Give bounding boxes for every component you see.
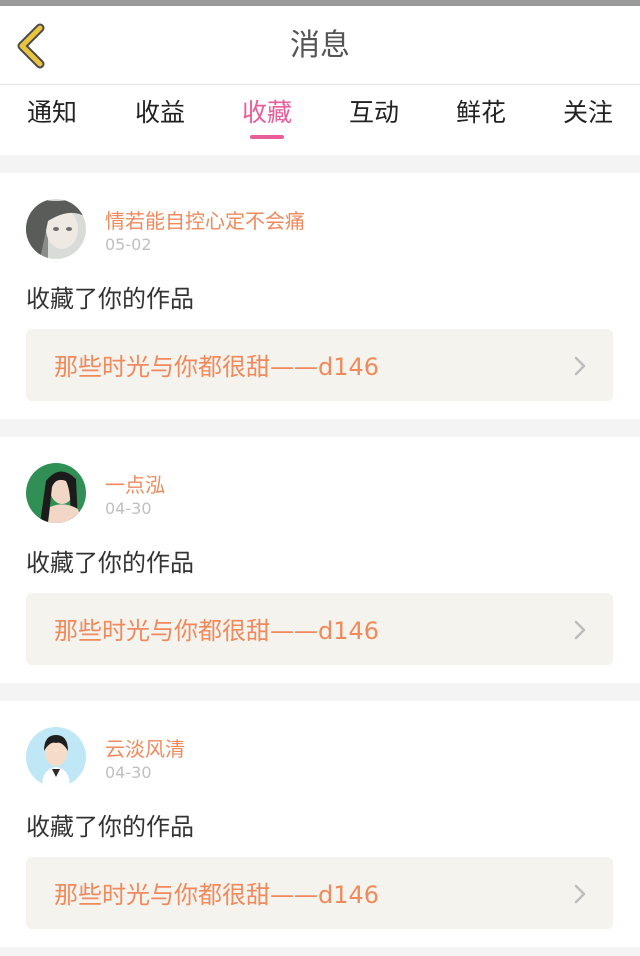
work-link[interactable]: 那些时光与你都很甜——d146: [26, 329, 613, 401]
tab-label: 鲜花: [455, 98, 506, 127]
tab-label: 通知: [26, 98, 77, 127]
tab-label: 互动: [348, 98, 399, 127]
avatar[interactable]: [26, 463, 86, 523]
action-text: 收藏了你的作品: [26, 285, 194, 313]
message-date: 05-02: [105, 235, 152, 254]
tab-label: 收益: [134, 98, 185, 127]
tab-interactions[interactable]: 互动: [324, 85, 424, 155]
work-title: 那些时光与你都很甜——d146: [54, 881, 380, 909]
message-card: 一点泓 04-30 收藏了你的作品 那些时光与你都很甜——d146: [0, 437, 640, 683]
tab-bar: 通知 收益 收藏 互动 鲜花 关注: [0, 85, 640, 155]
chevron-right-icon: [574, 620, 586, 640]
tab-favorites[interactable]: 收藏: [217, 85, 317, 155]
tab-follows[interactable]: 关注: [538, 85, 638, 155]
avatar[interactable]: [26, 727, 86, 787]
work-link[interactable]: 那些时光与你都很甜——d146: [26, 593, 613, 665]
tab-notifications[interactable]: 通知: [2, 85, 102, 155]
work-link[interactable]: 那些时光与你都很甜——d146: [26, 857, 613, 929]
user-avatar-image: [26, 727, 86, 787]
username[interactable]: 云淡风清: [105, 733, 185, 762]
message-date: 04-30: [105, 763, 152, 782]
username[interactable]: 一点泓: [105, 469, 165, 498]
chevron-right-icon: [574, 884, 586, 904]
tab-earnings[interactable]: 收益: [110, 85, 210, 155]
tab-flowers[interactable]: 鲜花: [431, 85, 531, 155]
user-avatar-image: [26, 463, 86, 523]
chevron-right-icon: [574, 356, 586, 376]
page-title: 消息: [290, 28, 350, 63]
tab-label: 收藏: [241, 98, 292, 127]
action-text: 收藏了你的作品: [26, 813, 194, 841]
tab-label: 关注: [562, 98, 613, 127]
username[interactable]: 情若能自控心定不会痛: [105, 205, 305, 234]
action-text: 收藏了你的作品: [26, 549, 194, 577]
avatar[interactable]: [26, 199, 86, 259]
message-card: 情若能自控心定不会痛 05-02 收藏了你的作品 那些时光与你都很甜——d146: [0, 173, 640, 419]
user-avatar-image: [26, 199, 86, 259]
active-tab-indicator: [250, 135, 284, 139]
header-bar: 消息: [0, 6, 640, 85]
work-title: 那些时光与你都很甜——d146: [54, 353, 380, 381]
work-title: 那些时光与你都很甜——d146: [54, 617, 380, 645]
message-date: 04-30: [105, 499, 152, 518]
message-card: 云淡风清 04-30 收藏了你的作品 那些时光与你都很甜——d146: [0, 701, 640, 947]
